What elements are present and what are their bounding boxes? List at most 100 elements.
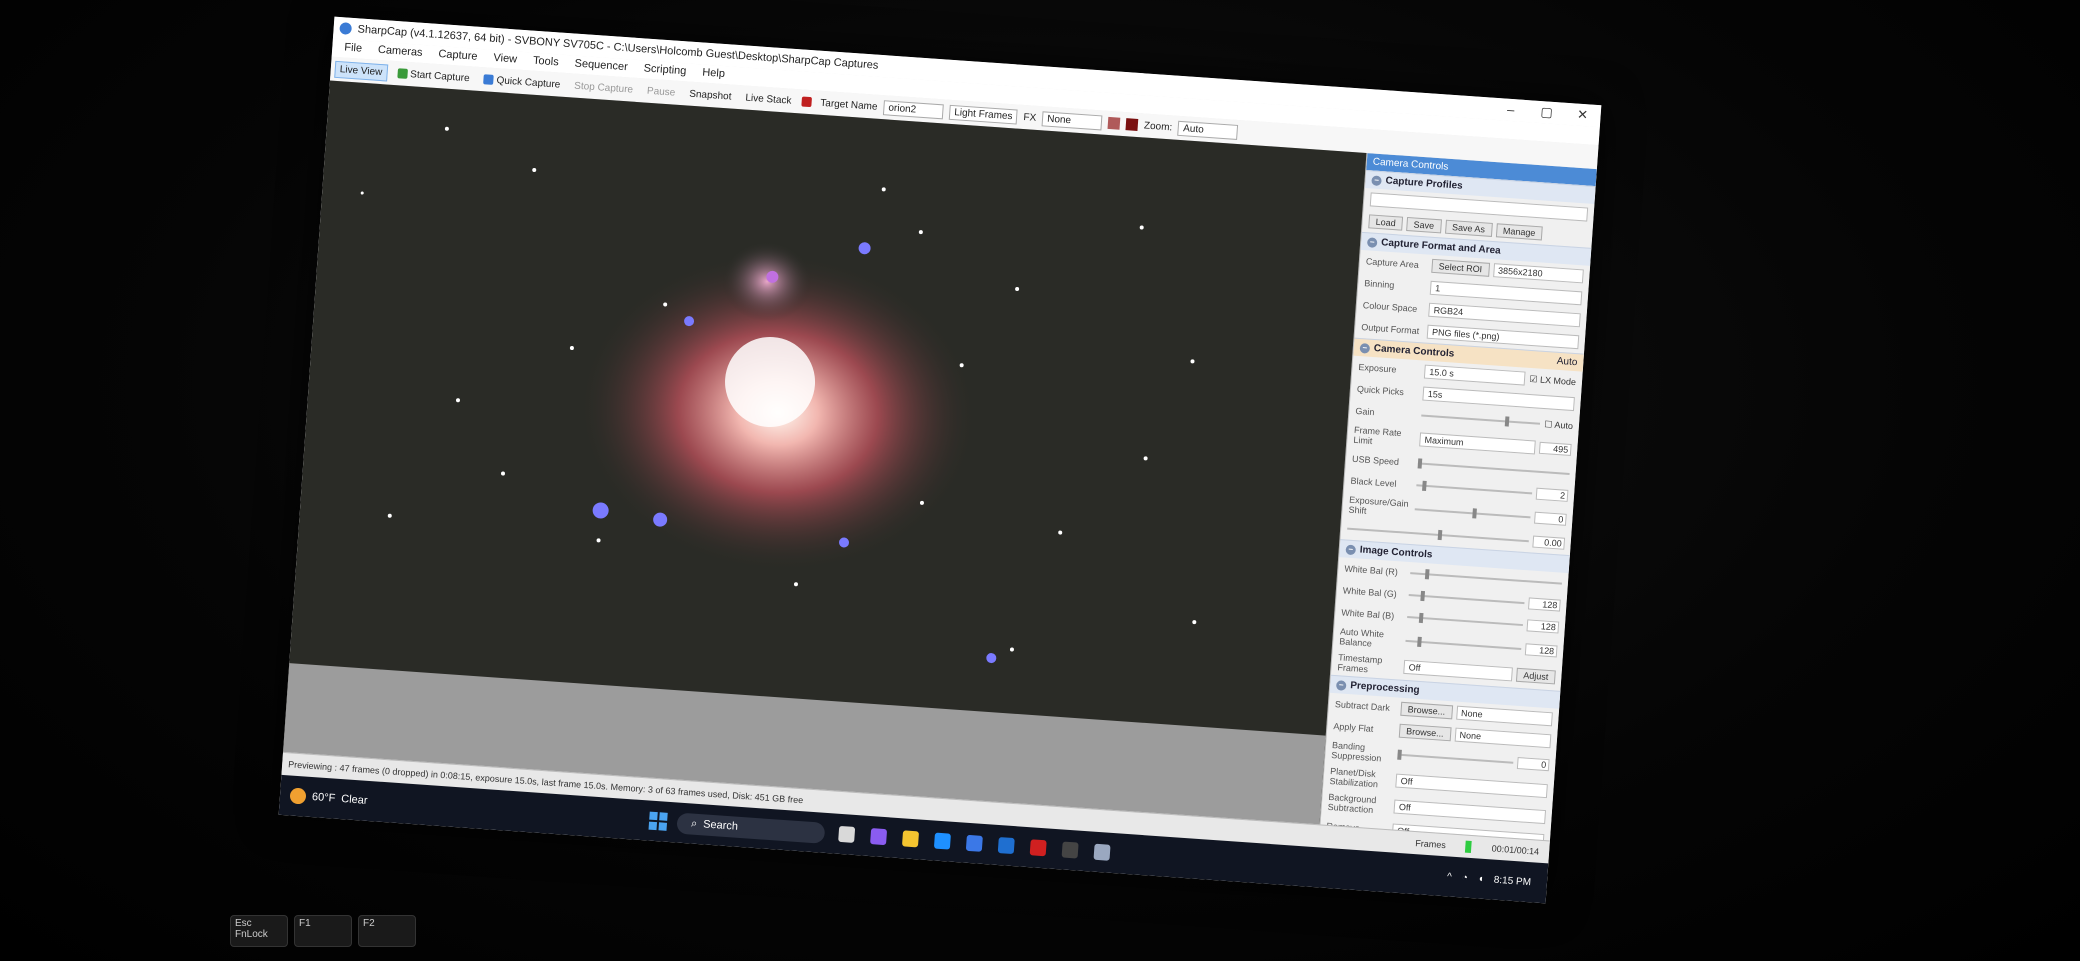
extra-slider[interactable] — [1347, 527, 1529, 543]
search-label: Search — [702, 818, 739, 833]
quick-capture-label: Quick Capture — [496, 74, 561, 91]
lx-mode-label: LX Mode — [1539, 374, 1577, 387]
banding-slider[interactable] — [1397, 749, 1514, 764]
esc-key-label: Esc — [235, 918, 252, 929]
wb-r-slider[interactable] — [1410, 569, 1562, 585]
apply-flat-select[interactable]: None — [1454, 727, 1552, 749]
exposure-label: Exposure — [1358, 361, 1397, 375]
windows-start-icon[interactable] — [648, 811, 668, 831]
subtract-dark-select[interactable]: None — [1455, 705, 1553, 727]
mail-icon[interactable] — [997, 837, 1015, 855]
wb-g-number[interactable]: 128 — [1528, 597, 1561, 612]
close-icon[interactable]: ✕ — [1564, 106, 1601, 124]
auto-wb-slider[interactable] — [1405, 636, 1522, 651]
save-as-button[interactable]: Save As — [1444, 219, 1493, 237]
menu-tools[interactable]: Tools — [524, 52, 567, 73]
pause-button[interactable]: Pause — [643, 83, 680, 100]
copilot-icon[interactable] — [870, 828, 888, 846]
timestamp-select[interactable]: Off — [1403, 659, 1513, 682]
lx-mode-checkbox[interactable]: ☑ LX Mode — [1529, 373, 1576, 387]
auto-wb-number[interactable]: 128 — [1524, 643, 1558, 658]
frame-rate-number[interactable]: 495 — [1538, 441, 1572, 456]
target-name-input[interactable]: orion2 — [882, 99, 944, 119]
manage-button[interactable]: Manage — [1495, 223, 1543, 241]
maximize-icon[interactable]: ▢ — [1528, 103, 1565, 121]
usb-speed-slider[interactable] — [1417, 458, 1570, 475]
live-stack-button[interactable]: Live Stack — [741, 90, 796, 109]
reticle-color-icon[interactable] — [1107, 116, 1121, 130]
file-explorer-icon[interactable] — [901, 830, 920, 848]
gain-auto-checkbox[interactable]: ☐ Auto — [1544, 419, 1573, 432]
store-icon[interactable] — [965, 834, 983, 852]
app-t-icon[interactable] — [1029, 839, 1047, 857]
black-level-slider[interactable] — [1416, 480, 1533, 495]
auto-button[interactable]: Auto — [1556, 356, 1577, 368]
zoom-select[interactable]: Auto — [1177, 120, 1239, 140]
wb-b-number[interactable]: 128 — [1526, 619, 1560, 634]
live-view-button[interactable]: Live View — [334, 60, 388, 81]
system-tray: ^ ◔ ◖ 8:15 PM — [1447, 871, 1548, 889]
wb-g-label: White Bal (G) — [1342, 585, 1398, 600]
apply-flat-label: Apply Flat — [1333, 721, 1374, 734]
wb-g-slider[interactable] — [1408, 590, 1525, 605]
banding-label: Banding Suppression — [1331, 740, 1382, 764]
exposure-gain-shift-slider[interactable] — [1414, 508, 1531, 519]
gain-slider[interactable] — [1421, 414, 1541, 427]
capture-area-select[interactable]: 3856x2180 — [1492, 263, 1584, 284]
binning-label: Binning — [1364, 278, 1395, 291]
sharpcap-taskbar-icon[interactable] — [1093, 843, 1111, 861]
clock[interactable]: 8:15 PM — [1493, 874, 1531, 888]
menu-help[interactable]: Help — [694, 64, 734, 85]
edge-icon[interactable] — [933, 832, 951, 850]
stop-capture-button[interactable]: Stop Capture — [570, 78, 638, 98]
wifi-icon[interactable]: ◔ — [1461, 872, 1468, 883]
collapse-icon[interactable]: − — [1371, 174, 1382, 186]
tray-chevron-icon[interactable]: ^ — [1447, 871, 1452, 882]
terminal-icon[interactable] — [1061, 841, 1079, 859]
frame-rate-select[interactable]: Maximum — [1419, 432, 1536, 455]
save-button[interactable]: Save — [1406, 216, 1442, 234]
live-image-viewport[interactable] — [282, 80, 1367, 826]
snapshot-button[interactable]: Snapshot — [685, 86, 736, 104]
exposure-input[interactable]: 15.0 s — [1423, 364, 1526, 386]
subtract-dark-label: Subtract Dark — [1334, 699, 1391, 713]
quick-capture-button[interactable]: Quick Capture — [479, 71, 565, 92]
load-button[interactable]: Load — [1368, 214, 1404, 231]
select-roi-button[interactable]: Select ROI — [1431, 258, 1490, 277]
extra-number[interactable]: 0.00 — [1532, 535, 1566, 550]
taskbar-search[interactable]: ⌕ Search — [676, 812, 826, 844]
banding-number[interactable]: 0 — [1516, 757, 1550, 772]
minimize-icon[interactable]: – — [1492, 101, 1529, 119]
exposure-gain-shift-number[interactable]: 0 — [1534, 511, 1567, 526]
menu-file[interactable]: File — [336, 39, 371, 59]
menu-view[interactable]: View — [485, 49, 526, 70]
collapse-icon[interactable]: − — [1345, 544, 1357, 555]
black-level-number[interactable]: 2 — [1535, 487, 1569, 502]
colour-space-label: Colour Space — [1362, 300, 1418, 314]
volume-icon[interactable]: ◖ — [1477, 873, 1484, 884]
task-view-icon[interactable] — [838, 825, 856, 843]
record-icon — [396, 68, 408, 79]
auto-wb-label: Auto White Balance — [1338, 626, 1385, 649]
collapse-icon[interactable]: − — [1366, 236, 1378, 248]
timestamp-label: Timestamp Frames — [1337, 652, 1383, 675]
camera-icon — [483, 74, 494, 85]
frame-type-select[interactable]: Light Frames — [948, 104, 1019, 125]
output-format-label: Output Format — [1360, 322, 1420, 337]
subtract-dark-browse-button[interactable]: Browse... — [1400, 701, 1453, 720]
menu-capture[interactable]: Capture — [430, 45, 486, 67]
quick-picks-label: Quick Picks — [1356, 383, 1405, 398]
gain-auto-label: Auto — [1554, 419, 1574, 431]
start-capture-button[interactable]: Start Capture — [393, 65, 474, 86]
start-capture-label: Start Capture — [409, 68, 470, 84]
fx-select[interactable]: None — [1041, 110, 1103, 130]
overlay-color-icon[interactable] — [1125, 118, 1139, 131]
histogram-icon[interactable] — [801, 96, 812, 108]
apply-flat-browse-button[interactable]: Browse... — [1398, 723, 1452, 742]
collapse-icon[interactable]: − — [1335, 679, 1347, 691]
black-level-label: Black Level — [1350, 475, 1397, 489]
wb-b-slider[interactable] — [1407, 612, 1523, 627]
adjust-button[interactable]: Adjust — [1515, 667, 1556, 685]
zoom-label: Zoom: — [1143, 119, 1173, 133]
collapse-icon[interactable]: − — [1359, 342, 1371, 354]
